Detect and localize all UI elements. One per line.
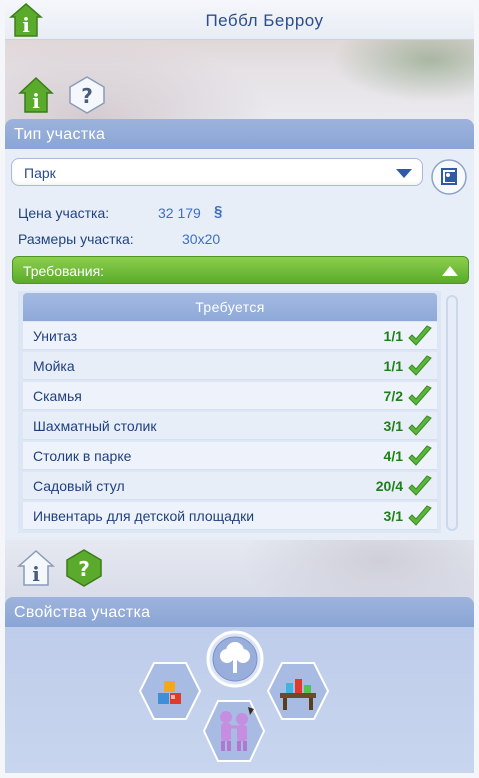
lot-type-selected: Парк (24, 165, 56, 181)
simoleon-icon: § (214, 203, 223, 220)
checkmark-icon (408, 475, 432, 496)
checkmark-icon (408, 385, 432, 406)
checkmark-icon (408, 415, 432, 436)
lot-traits-section-title: Свойства участка (5, 597, 474, 627)
requirement-row: Скамья 7/2 (23, 382, 437, 410)
gallery-icon (431, 159, 467, 195)
requirements-list-header: Требуется (23, 293, 437, 321)
lot-info-tab-active[interactable]: i (18, 76, 54, 114)
requirement-name: Скамья (33, 388, 82, 404)
tree-icon[interactable] (205, 629, 265, 689)
checkmark-icon (408, 445, 432, 466)
requirements-list: Требуется Унитаз 1/1 Мойка 1/1 Скамья 7/2 Шахм… (18, 291, 441, 533)
requirement-count: 1/1 (383, 328, 403, 344)
requirement-count: 1/1 (383, 358, 403, 374)
checkmark-icon (408, 505, 432, 526)
chevron-down-icon (396, 169, 412, 178)
requirement-name: Шахматный столик (33, 418, 157, 434)
requirement-row: Садовый стул 20/4 (23, 472, 437, 500)
lot-type-section-title: Тип участка (5, 119, 474, 149)
requirement-name: Столик в парке (33, 448, 132, 464)
toy-blocks-icon[interactable] (138, 659, 202, 723)
requirement-count: 3/1 (383, 418, 403, 434)
lot-type-panel: Тип участка Парк Цена участка: 32 179 § … (5, 119, 474, 540)
requirement-name: Унитаз (33, 328, 78, 344)
svg-text:?: ? (81, 84, 93, 108)
requirement-count: 4/1 (383, 448, 403, 464)
scrollbar-thumb[interactable] (448, 297, 456, 529)
lot-price-value: 32 179 (158, 205, 201, 221)
requirement-name: Мойка (33, 358, 75, 374)
requirement-name: Садовый стул (33, 478, 125, 494)
header-bar: i Пеббл Берроу (5, 0, 474, 40)
requirements-help-tab[interactable]: ? (67, 75, 107, 115)
home-icon[interactable]: i (8, 2, 44, 38)
requirement-count: 7/2 (383, 388, 403, 404)
lot-size-label: Размеры участка: (18, 231, 134, 247)
svg-text:i: i (32, 89, 40, 113)
requirement-name: Инвентарь для детской площадки (33, 508, 255, 524)
requirement-row: Шахматный столик 3/1 (23, 412, 437, 440)
frame-right (474, 0, 479, 778)
requirements-help-tab-active[interactable]: ? (64, 548, 104, 588)
requirement-row: Унитаз 1/1 (23, 322, 437, 350)
requirements-toggle[interactable]: Требования: (12, 256, 469, 284)
requirement-count: 3/1 (383, 508, 403, 524)
chevron-up-icon (442, 266, 458, 276)
checkmark-icon (408, 325, 432, 346)
svg-text:i: i (32, 562, 40, 586)
lot-price-label: Цена участка: (18, 205, 110, 221)
svg-text:i: i (22, 13, 30, 37)
chemistry-table-icon[interactable] (266, 659, 330, 723)
requirement-count: 20/4 (375, 478, 403, 494)
lot-type-dropdown[interactable]: Парк (11, 158, 423, 186)
lot-info-tab[interactable]: i (17, 549, 55, 587)
requirement-row: Столик в парке 4/1 (23, 442, 437, 470)
requirements-title: Требования: (23, 263, 105, 279)
requirement-row: Инвентарь для детской площадки 3/1 (23, 502, 437, 530)
frame-bottom (5, 773, 474, 778)
requirement-row: Мойка 1/1 (23, 352, 437, 380)
lot-size-value: 30x20 (182, 231, 221, 247)
requirements-scrollbar[interactable] (446, 295, 458, 531)
svg-text:?: ? (78, 557, 90, 581)
lot-traits-panel: Свойства участка (5, 597, 474, 773)
lot-name-title: Пеббл Берроу (205, 11, 324, 30)
kids-playing-icon[interactable] (202, 697, 266, 765)
gallery-button[interactable] (430, 158, 468, 196)
checkmark-icon (408, 355, 432, 376)
